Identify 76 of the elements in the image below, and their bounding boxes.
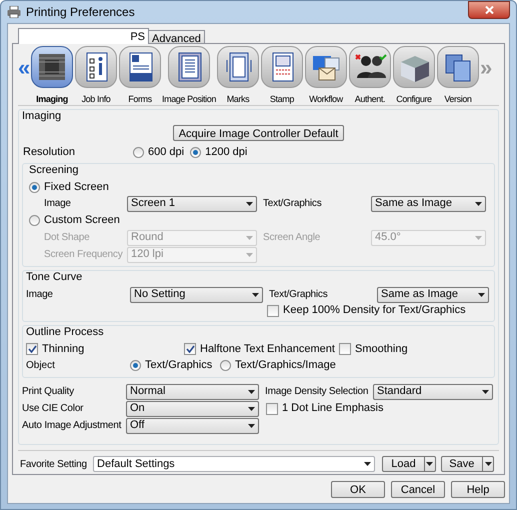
close-button[interactable] <box>468 1 510 19</box>
split-button[interactable]: Load <box>382 456 436 472</box>
printer-icon <box>7 6 21 18</box>
caret-icon <box>484 462 492 466</box>
radio-label: 600 dpi <box>148 144 184 160</box>
caret-icon <box>478 292 485 296</box>
group-title: Outline Process <box>26 326 105 338</box>
radio-button[interactable] <box>29 182 40 192</box>
caret-icon <box>364 462 372 466</box>
caret-icon <box>248 424 255 428</box>
caret-icon <box>246 236 253 240</box>
checkbox-label: Thinning <box>42 342 84 357</box>
field-label: Print Quality <box>22 385 75 399</box>
radio-button[interactable] <box>130 360 141 371</box>
field-label: Image Density Selection <box>264 385 370 399</box>
field-label: Screen Frequency <box>43 248 124 262</box>
caret-icon <box>482 390 489 394</box>
dropdown[interactable]: Off <box>126 418 259 434</box>
field-label: Favorite Setting <box>19 458 88 472</box>
tab[interactable]: PS <box>18 28 149 44</box>
dialog-button[interactable]: Cancel <box>391 480 445 498</box>
field-label: Text/Graphics <box>262 197 323 211</box>
group-title: Tone Curve <box>26 271 84 283</box>
tab[interactable]: Advanced <box>148 30 205 44</box>
field-label: Resolution <box>22 144 76 160</box>
checkbox-label: Smoothing <box>355 342 408 357</box>
group-title: Imaging <box>22 110 62 122</box>
radio-label: Text/Graphics/Image <box>235 358 336 374</box>
dropdown[interactable]: Same as Image <box>377 286 489 302</box>
checkbox[interactable] <box>184 343 196 355</box>
radio-label: 1200 dpi <box>205 144 248 160</box>
field-label: Auto Image Adjustment <box>22 419 122 433</box>
dialog-button[interactable]: OK <box>331 480 385 498</box>
field-label: Screen Angle <box>262 231 322 245</box>
caret-icon <box>246 202 253 206</box>
caret-icon <box>426 462 434 466</box>
checkbox[interactable] <box>339 343 351 355</box>
dropdown[interactable]: Normal <box>126 384 259 400</box>
close-icon <box>484 6 494 14</box>
dropdown[interactable]: Default Settings <box>93 456 376 472</box>
field-label: Image <box>43 197 72 211</box>
radio-label: Text/Graphics <box>145 358 212 374</box>
dropdown[interactable]: Standard <box>373 384 493 400</box>
radio-button[interactable] <box>190 146 202 158</box>
dialog-button[interactable]: Help <box>451 480 505 498</box>
caret-icon <box>248 390 255 394</box>
checkbox-label: 1 Dot Line Emphasis <box>282 401 384 416</box>
dropdown[interactable]: No Setting <box>130 286 263 302</box>
acquire-button[interactable]: Acquire Image Controller Default <box>172 125 344 141</box>
dropdown[interactable]: Same as Image <box>371 196 486 212</box>
caret-icon <box>475 236 482 240</box>
radio-button[interactable] <box>133 146 144 158</box>
window-title: Printing Preferences <box>26 4 136 21</box>
field-label: Dot Shape <box>43 231 90 245</box>
dropdown[interactable]: Screen 1 <box>127 196 257 212</box>
radio-button[interactable] <box>220 360 231 371</box>
caret-icon <box>246 252 253 256</box>
caret-icon <box>475 202 482 206</box>
caret-icon <box>252 292 259 296</box>
caret-icon <box>248 406 255 410</box>
field-label: Image <box>26 288 54 302</box>
previous-button[interactable]: « <box>18 58 30 78</box>
checkbox[interactable] <box>266 402 278 414</box>
checkbox-label: Keep 100% Density for Text/Graphics <box>283 303 466 318</box>
checkbox[interactable] <box>26 343 38 355</box>
dropdown[interactable]: On <box>126 400 259 416</box>
field-label: Use CIE Color <box>22 402 84 416</box>
radio-label: Fixed Screen <box>44 180 109 195</box>
checkbox-label: Halftone Text Enhancement <box>200 342 335 357</box>
group-title: Screening <box>29 164 80 176</box>
radio-label: Custom Screen <box>44 213 120 228</box>
split-button[interactable]: Save <box>440 456 494 472</box>
field-label: Text/Graphics <box>268 288 329 302</box>
checkbox[interactable] <box>267 304 279 316</box>
field-label: Object <box>26 359 56 373</box>
radio-button[interactable] <box>29 215 40 226</box>
